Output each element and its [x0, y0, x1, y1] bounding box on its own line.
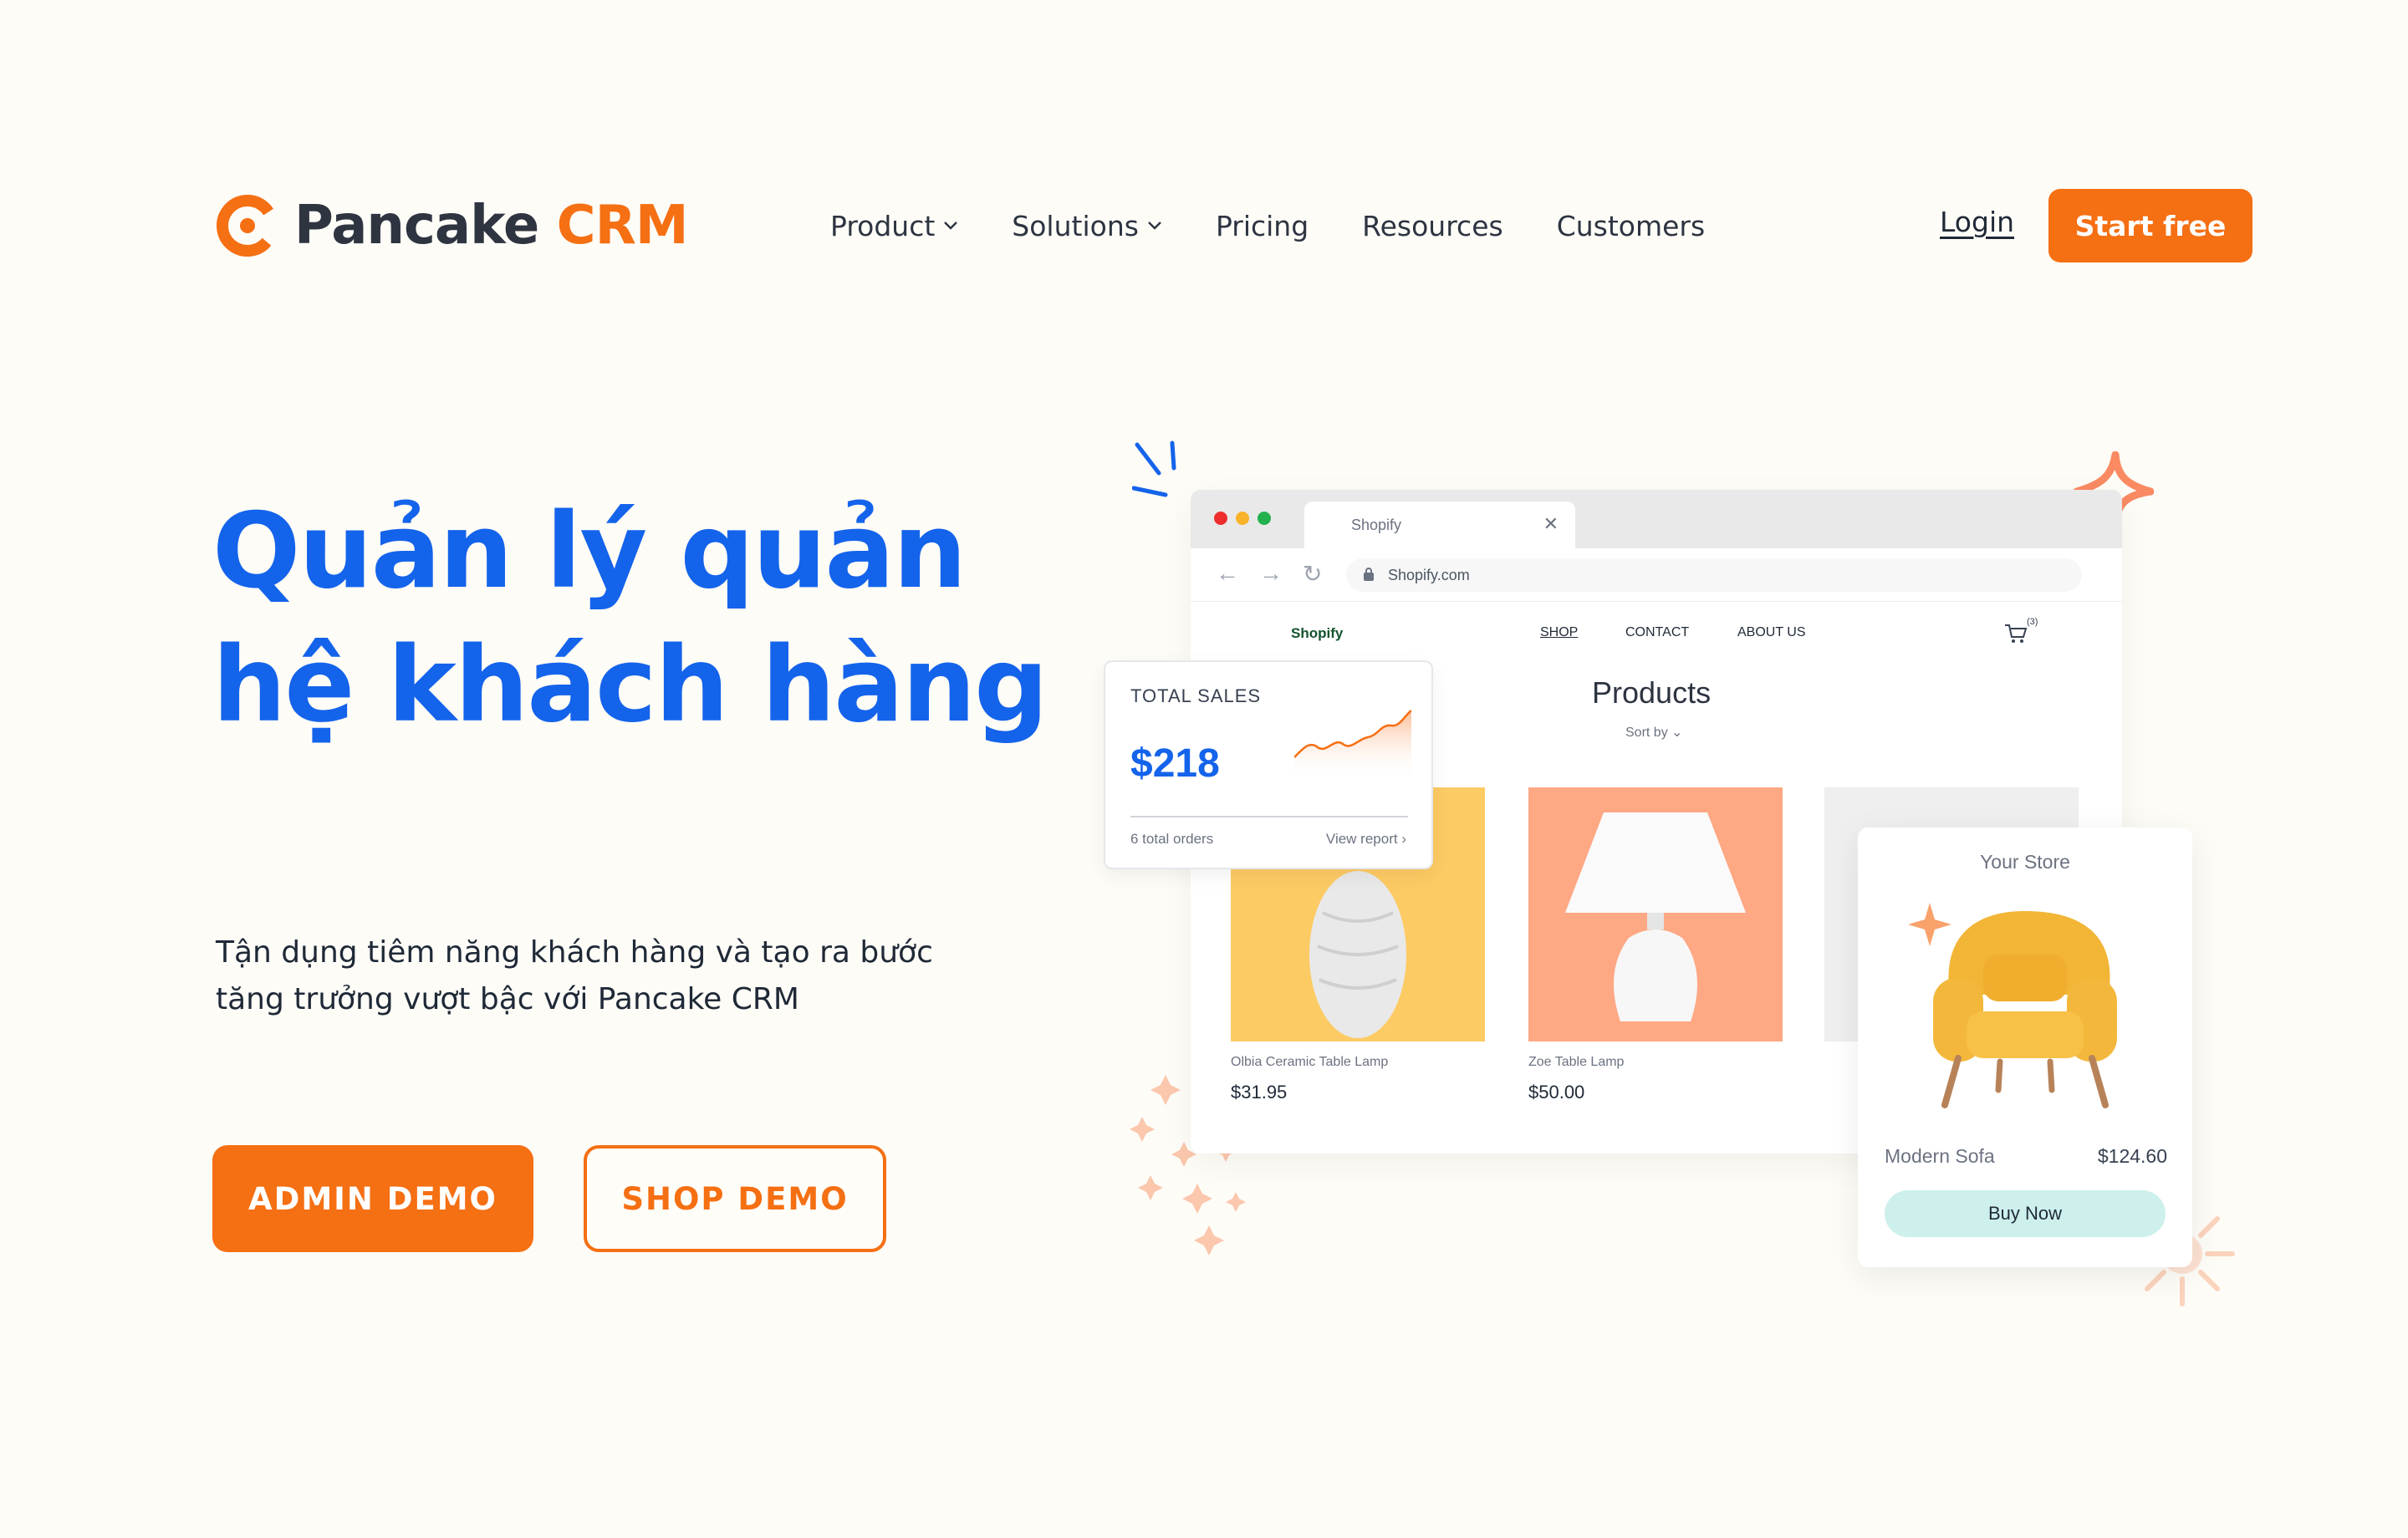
- nav-product[interactable]: Product: [830, 210, 958, 242]
- products-title: Products: [1592, 675, 1712, 710]
- browser-tab[interactable]: Shopify ✕: [1304, 502, 1575, 548]
- sales-value: $218: [1130, 741, 1220, 786]
- minimize-dot-icon: [1236, 512, 1249, 525]
- login-link[interactable]: Login: [1940, 206, 2014, 238]
- shop-brand[interactable]: Shopify: [1291, 625, 1343, 642]
- cart-count: (3): [2027, 617, 2038, 627]
- browser-toolbar: ← → ↻ Shopify.com: [1191, 548, 2122, 602]
- hero-subtitle: Tận dụng tiêm năng khách hàng và tạo ra …: [216, 929, 968, 1023]
- tab-title: Shopify: [1351, 517, 1402, 533]
- reload-icon[interactable]: ↻: [1303, 560, 1322, 588]
- main-nav: Product Solutions Pricing Resources Cust…: [830, 206, 1758, 246]
- url-text: Shopify.com: [1388, 567, 1470, 583]
- buy-now-button[interactable]: Buy Now: [1885, 1190, 2166, 1237]
- divider: [1130, 816, 1408, 817]
- shop-nav-contact[interactable]: CONTACT: [1625, 625, 1689, 640]
- nav-pricing[interactable]: Pricing: [1216, 210, 1309, 242]
- url-field[interactable]: Shopify.com: [1346, 558, 2082, 592]
- product-image-lamp-2[interactable]: [1528, 787, 1783, 1041]
- forward-arrow-icon[interactable]: →: [1259, 560, 1283, 587]
- admin-demo-button[interactable]: ADMIN DEMO: [212, 1145, 533, 1252]
- product-price-1: $31.95: [1231, 1082, 1288, 1103]
- subtitle-line-1: Tận dụng tiêm năng khách hàng và tạo ra …: [216, 935, 933, 970]
- brand-logo[interactable]: Pancake CRM: [216, 191, 689, 261]
- shop-nav-about[interactable]: ABOUT US: [1737, 625, 1806, 640]
- shop-demo-button[interactable]: SHOP DEMO: [584, 1145, 886, 1252]
- store-product-name: Modern Sofa: [1885, 1145, 1995, 1167]
- cart-icon[interactable]: [2003, 620, 2028, 645]
- chevron-down-icon: [944, 222, 958, 230]
- sales-trend-chart: [1294, 710, 1411, 781]
- close-tab-icon[interactable]: ✕: [1543, 513, 1559, 535]
- nav-resources[interactable]: Resources: [1362, 210, 1503, 242]
- brand-name: Pancake CRM: [294, 195, 689, 257]
- lock-icon: [1364, 568, 1374, 581]
- store-product-price: $124.60: [2097, 1145, 2167, 1167]
- table-lamp-icon: [1565, 812, 1746, 1021]
- shop-nav-shop[interactable]: SHOP: [1540, 625, 1578, 640]
- your-store-card: Your Store Modern Sofa $124.60 Buy Now: [1858, 828, 2192, 1267]
- headline-line-2: hệ khách hàng: [212, 625, 1048, 746]
- back-arrow-icon[interactable]: ←: [1216, 560, 1239, 587]
- close-dot-icon: [1214, 512, 1227, 525]
- hero-headline: Quản lý quản hệ khách hàng: [212, 485, 1048, 752]
- sales-label: TOTAL SALES: [1130, 685, 1262, 706]
- sparkle-lines-icon: [1132, 441, 1176, 497]
- total-orders: 6 total orders: [1130, 831, 1214, 847]
- store-title: Your Store: [1980, 851, 2070, 873]
- headline-line-1: Quản lý quản: [212, 491, 967, 612]
- chevron-down-icon: [1148, 222, 1161, 230]
- total-sales-card[interactable]: TOTAL SALES $218 6 total orders View rep…: [1104, 660, 1433, 869]
- sort-by-dropdown[interactable]: Sort by ⌄: [1625, 724, 1683, 741]
- product-name-2[interactable]: Zoe Table Lamp: [1528, 1055, 1624, 1070]
- maximize-dot-icon: [1258, 512, 1271, 525]
- start-free-button[interactable]: Start free: [2048, 189, 2252, 262]
- subtitle-line-2: tăng trưởng vượt bậc với Pancake CRM: [216, 982, 799, 1016]
- product-price-2: $50.00: [1528, 1082, 1585, 1103]
- browser-titlebar: Shopify ✕: [1191, 490, 2122, 548]
- view-report-link[interactable]: View report ›: [1326, 831, 1406, 848]
- pancake-logo-icon: [217, 195, 278, 257]
- nav-solutions[interactable]: Solutions: [1012, 210, 1162, 242]
- product-name-1[interactable]: Olbia Ceramic Table Lamp: [1231, 1055, 1388, 1070]
- nav-customers[interactable]: Customers: [1557, 210, 1706, 242]
- armchair-image: [1908, 903, 2117, 1108]
